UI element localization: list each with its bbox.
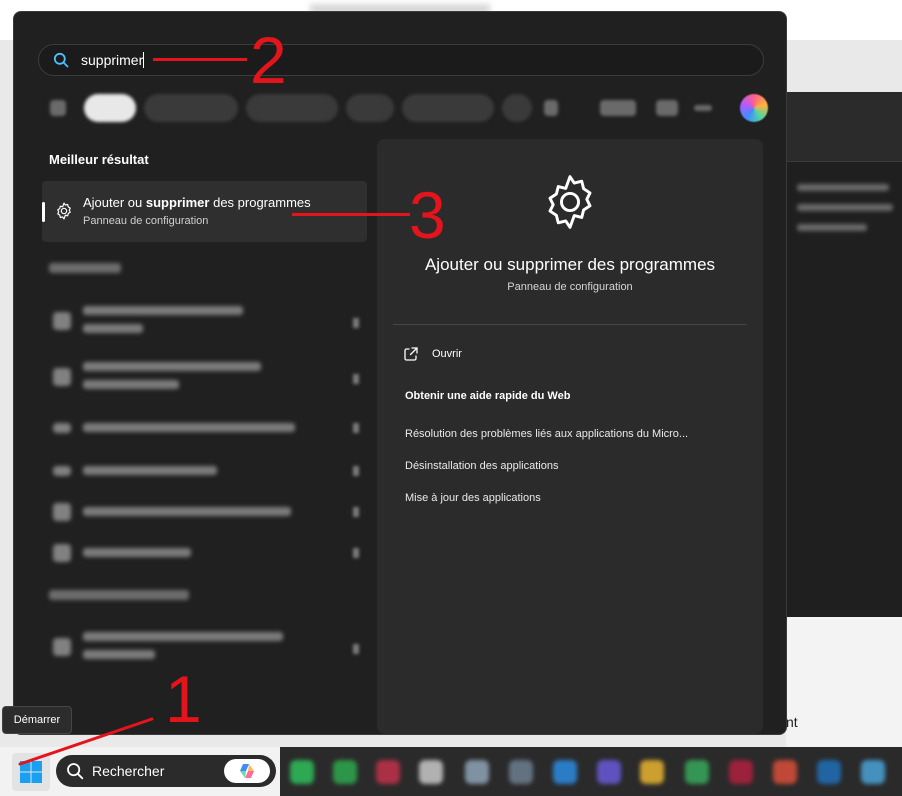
annotation-number: 1 [165, 662, 202, 736]
annotation-arrow-line [18, 717, 154, 766]
